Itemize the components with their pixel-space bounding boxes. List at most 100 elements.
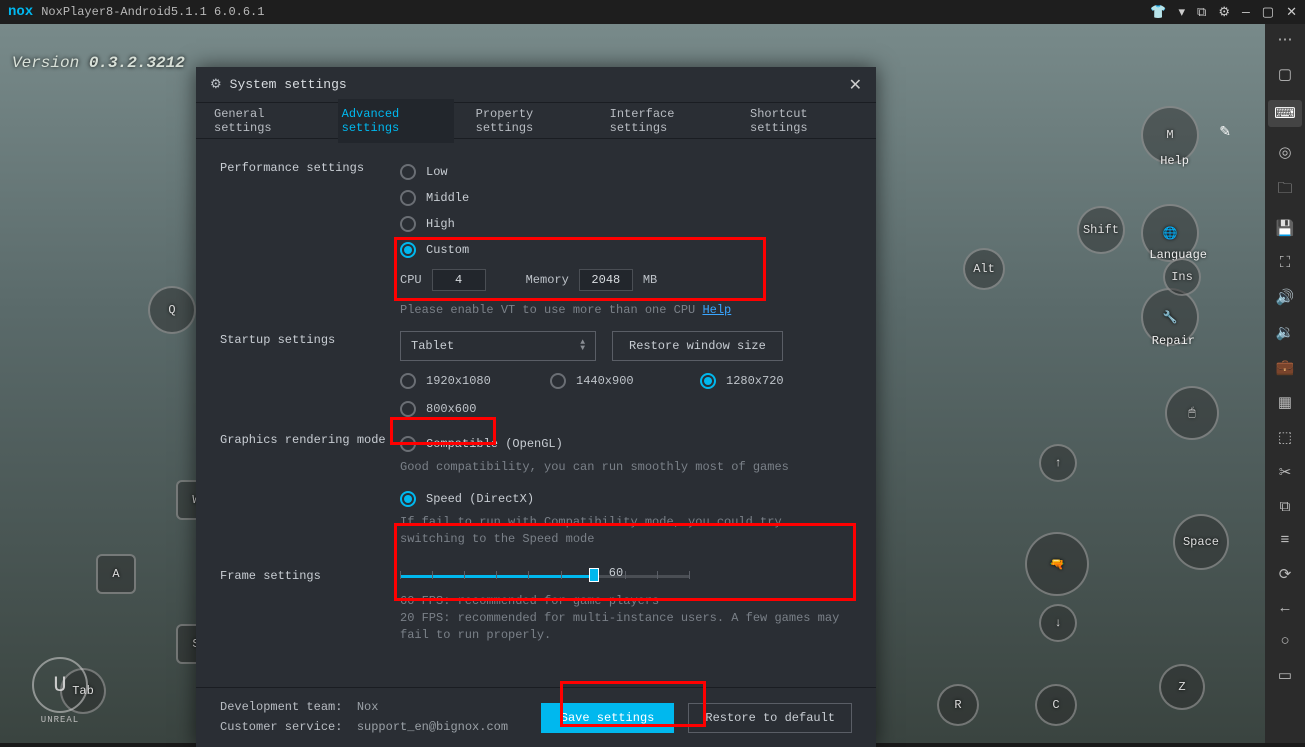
hud-a-button[interactable]: A: [96, 554, 136, 594]
titlebar-controls: 👕 ▾ ⧉ ⚙ — ▢ ✕: [1150, 5, 1297, 20]
dialog-close-button[interactable]: ✕: [849, 75, 862, 95]
scissors-icon[interactable]: ✂: [1279, 463, 1292, 482]
hud-z-button[interactable]: Z: [1159, 664, 1205, 710]
hud-arrow-up[interactable]: ↑: [1039, 444, 1077, 482]
startup-label: Startup settings: [220, 331, 400, 347]
radio-high-label: High: [426, 217, 455, 231]
dialog-tabs: General settings Advanced settings Prope…: [196, 103, 876, 139]
dialog-title: System settings: [230, 77, 849, 92]
radio-800[interactable]: [400, 401, 416, 417]
hud-gun-button[interactable]: 🔫: [1025, 532, 1089, 596]
radio-custom[interactable]: [400, 242, 416, 258]
hud-space-button[interactable]: Space: [1173, 514, 1229, 570]
gear-icon: ⚙: [210, 77, 222, 92]
keymap-icon[interactable]: ⌨: [1268, 100, 1302, 127]
radio-compatible-label: Compatible (OpenGL): [426, 437, 563, 451]
fps-slider[interactable]: 60: [400, 567, 690, 585]
memory-unit: MB: [643, 273, 657, 287]
restore-window-size-button[interactable]: Restore window size: [612, 331, 783, 361]
tab-property[interactable]: Property settings: [472, 99, 588, 143]
hud-alt-button[interactable]: Alt: [963, 248, 1005, 290]
hud-q-button[interactable]: Q: [148, 286, 196, 334]
multi-window-icon[interactable]: ⧉: [1280, 498, 1291, 516]
startup-mode-select[interactable]: Tablet ▲▼: [400, 331, 596, 361]
res-1280-label: 1280x720: [726, 374, 784, 388]
save-icon[interactable]: 💾: [1276, 219, 1295, 238]
footer-info: Development team: Nox Customer service: …: [220, 698, 541, 736]
compatible-desc: Good compatibility, you can run smoothly…: [400, 457, 852, 486]
vt-hint: Please enable VT to use more than one CP…: [400, 299, 852, 321]
radio-1280[interactable]: [700, 373, 716, 389]
radio-middle[interactable]: [400, 190, 416, 206]
radio-speed[interactable]: [400, 491, 416, 507]
gear-icon[interactable]: ⚙: [1218, 5, 1230, 20]
radio-custom-label: Custom: [426, 243, 469, 257]
hud-r-button[interactable]: R: [937, 684, 979, 726]
memory-input[interactable]: [579, 269, 633, 291]
radio-high[interactable]: [400, 216, 416, 232]
grid-icon[interactable]: ▦: [1278, 393, 1292, 412]
radio-middle-label: Middle: [426, 191, 469, 205]
app-titlebar: nox NoxPlayer8-Android5.1.1 6.0.6.1 👕 ▾ …: [0, 0, 1305, 24]
hud-ins-button[interactable]: Ins: [1163, 258, 1201, 296]
close-window-icon[interactable]: ✕: [1286, 5, 1297, 20]
dialog-footer: Development team: Nox Customer service: …: [196, 687, 876, 747]
game-version: Version 0.3.2.3212: [12, 54, 185, 72]
back-icon[interactable]: ←: [1280, 600, 1289, 617]
graphics-label: Graphics rendering mode: [220, 431, 400, 447]
tab-shortcut[interactable]: Shortcut settings: [746, 99, 862, 143]
window-title: NoxPlayer8-Android5.1.1 6.0.6.1: [41, 5, 1150, 19]
radio-low[interactable]: [400, 164, 416, 180]
radio-low-label: Low: [426, 165, 448, 179]
hud-c-button[interactable]: C: [1035, 684, 1077, 726]
apk-icon[interactable]: ⬚: [1278, 428, 1292, 447]
res-800-label: 800x600: [426, 402, 476, 416]
more-icon[interactable]: ⋯: [1278, 30, 1293, 49]
frame-label: Frame settings: [220, 567, 400, 583]
volume-down-icon[interactable]: 🔉: [1276, 323, 1295, 342]
briefcase-icon[interactable]: 💼: [1276, 358, 1295, 377]
radio-1440[interactable]: [550, 373, 566, 389]
recent-icon[interactable]: ▭: [1278, 666, 1292, 685]
fps-desc: 60 FPS: recommended for game players 20 …: [400, 585, 852, 653]
unreal-logo: U UNREAL: [28, 657, 92, 727]
tab-interface[interactable]: Interface settings: [606, 99, 728, 143]
hud-mouse-icon[interactable]: 🖱: [1165, 386, 1219, 440]
chevron-updown-icon: ▲▼: [580, 340, 585, 352]
emulator-viewport: Version 0.3.2.3212 M Help ✎ 🌐 Language 🔧…: [0, 24, 1265, 743]
fps-value: 60: [609, 566, 623, 580]
startup-mode-value: Tablet: [411, 339, 454, 353]
location-icon[interactable]: ◎: [1278, 143, 1291, 162]
tab-advanced[interactable]: Advanced settings: [338, 99, 454, 143]
performance-label: Performance settings: [220, 159, 400, 175]
hud-shift-button[interactable]: Shift: [1077, 206, 1125, 254]
keyboard-icon[interactable]: ⧉: [1197, 5, 1206, 20]
hud-repair-label: Repair: [1152, 334, 1195, 348]
menu-icon[interactable]: ≡: [1280, 532, 1289, 549]
volume-up-icon[interactable]: 🔊: [1276, 288, 1295, 307]
dialog-body: Performance settings Low Middle High Cus…: [196, 139, 876, 687]
res-1440-label: 1440x900: [576, 374, 634, 388]
folder-icon[interactable]: 🗀: [1277, 178, 1292, 203]
shirt-icon[interactable]: 👕: [1150, 5, 1166, 20]
radio-1920[interactable]: [400, 373, 416, 389]
cpu-input[interactable]: [432, 269, 486, 291]
maximize-icon[interactable]: ▢: [1262, 5, 1274, 20]
fps-slider-thumb[interactable]: [589, 568, 599, 582]
hud-edit-icon[interactable]: ✎: [1219, 124, 1231, 141]
save-settings-button[interactable]: Save settings: [541, 703, 675, 733]
chevron-down-icon[interactable]: ▾: [1179, 5, 1186, 20]
vt-help-link[interactable]: Help: [702, 303, 731, 317]
fullscreen-icon[interactable]: ⛶: [1280, 254, 1291, 272]
minimize-icon[interactable]: —: [1242, 5, 1250, 20]
home-icon[interactable]: ○: [1280, 633, 1289, 650]
hud-arrow-down[interactable]: ↓: [1039, 604, 1077, 642]
hud-help-label: Help: [1160, 154, 1189, 168]
system-settings-dialog: ⚙ System settings ✕ General settings Adv…: [196, 67, 876, 747]
rotate-icon[interactable]: ⟳: [1279, 565, 1292, 584]
radio-compatible[interactable]: [400, 436, 416, 452]
tab-general[interactable]: General settings: [210, 99, 320, 143]
device-icon[interactable]: ▢: [1278, 65, 1292, 84]
restore-default-button[interactable]: Restore to default: [688, 703, 852, 733]
radio-speed-label: Speed (DirectX): [426, 492, 534, 506]
